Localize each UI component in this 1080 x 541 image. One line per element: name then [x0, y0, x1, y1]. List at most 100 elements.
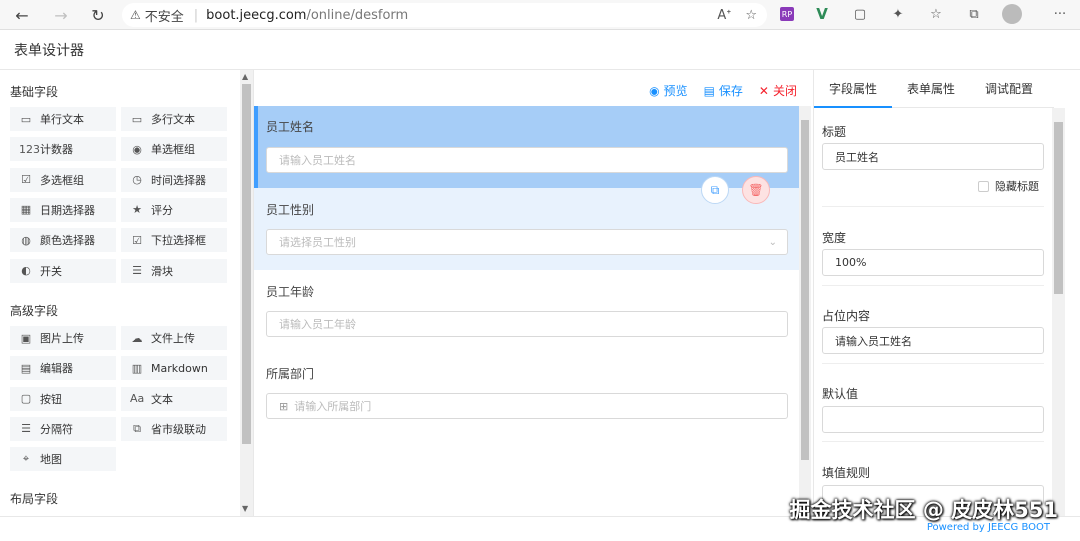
copy-icon[interactable]: ⧉ — [701, 176, 729, 204]
preview-button[interactable]: ◉ 预览 — [649, 82, 688, 99]
widget-label: 地图 — [40, 453, 62, 467]
title-label: 标题 — [822, 125, 847, 139]
hide-title-checkbox[interactable] — [978, 180, 989, 192]
refresh-icon[interactable]: ↻ — [86, 3, 110, 27]
widget-label: 评分 — [151, 203, 173, 217]
widget-label: 滑块 — [151, 264, 173, 278]
divider — [822, 363, 1044, 364]
width-input[interactable]: 100% — [822, 249, 1044, 276]
widget-label: 下拉选择框 — [151, 234, 206, 248]
extension-bar: RP V ▢ ✦ ☆ ⧉ ··· — [780, 4, 1070, 24]
address-separator: | — [193, 7, 199, 23]
warning-icon[interactable]: ⚠ — [130, 8, 141, 22]
widget-label: 多选框组 — [40, 173, 84, 187]
favorites-icon[interactable]: ☆ — [926, 4, 946, 24]
widget-icon: 123 — [19, 142, 40, 156]
axure-extension-icon[interactable]: RP — [780, 7, 794, 21]
profile-avatar[interactable] — [1002, 4, 1022, 24]
browser-toolbar: ← → ↻ ⚠ 不安全 | boot.jeecg.com /online/des… — [0, 0, 1080, 30]
widget-label: 编辑器 — [40, 362, 73, 376]
close-label: 关闭 — [772, 84, 797, 98]
extensions-icon[interactable]: ✦ — [888, 4, 908, 24]
field-label: 所属部门 — [266, 367, 315, 381]
widget-item[interactable]: ◍ 颜色选择器 — [10, 228, 116, 253]
widget-item[interactable]: ⌖ 地图 — [10, 447, 116, 472]
name-input[interactable]: 请输入员工姓名 — [266, 147, 788, 173]
widget-item[interactable]: ▭ 单行文本 — [10, 107, 116, 131]
widget-icon: ▭ — [131, 112, 143, 126]
canvas-scrollbar[interactable] — [799, 106, 811, 516]
widget-item[interactable]: ◉ 单选框组 — [121, 137, 227, 162]
collections-icon[interactable]: ⧉ — [964, 4, 984, 24]
widget-item[interactable]: ☰ 滑块 — [121, 258, 227, 283]
save-button[interactable]: ▤ 保存 — [704, 82, 743, 99]
hide-title-label: 隐藏标题 — [995, 180, 1039, 193]
widget-item[interactable]: 123 计数器 — [10, 137, 116, 162]
gender-select[interactable]: 请选择员工性别 ⌄ — [266, 229, 788, 255]
widget-icon: ☰ — [132, 264, 142, 277]
widget-item[interactable]: ▦ 日期选择器 — [10, 197, 116, 222]
widget-icon: ⌖ — [22, 452, 30, 466]
more-menu-icon[interactable]: ··· — [1050, 4, 1070, 24]
widget-icon: ◐ — [21, 264, 31, 277]
tab-debug-config[interactable]: 调试配置 — [970, 70, 1048, 107]
preview-label: 预览 — [663, 84, 688, 98]
divider — [822, 285, 1044, 286]
widget-item[interactable]: ⧉ 省市级联动 — [121, 416, 227, 441]
default-value-input[interactable] — [822, 406, 1044, 433]
widget-item[interactable]: ☁ 文件上传 — [121, 326, 227, 350]
address-bar[interactable]: ⚠ 不安全 | boot.jeecg.com /online/desform A… — [122, 3, 767, 27]
insecure-label[interactable]: 不安全 — [145, 6, 184, 25]
url-path: /online/desform — [306, 7, 409, 23]
read-aloud-icon[interactable]: Aᐩ — [717, 8, 731, 23]
property-panel: 字段属性 表单属性 调试配置 标题 员工姓名 隐藏标题 宽度 100% 占位内容… — [813, 70, 1080, 516]
divider — [822, 441, 1044, 442]
back-icon[interactable]: ← — [10, 3, 34, 27]
widget-label: 分隔符 — [40, 422, 73, 436]
tab-form-props[interactable]: 表单属性 — [892, 70, 970, 107]
widget-item[interactable]: ▥ Markdown — [121, 356, 227, 381]
widget-item[interactable]: ☑ 下拉选择框 — [121, 228, 227, 253]
widget-icon: ▥ — [131, 361, 143, 375]
scroll-thumb[interactable] — [242, 84, 251, 444]
tab-field-props[interactable]: 字段属性 — [814, 70, 892, 108]
department-input[interactable]: ⊞ 请输入所属部门 — [266, 393, 788, 419]
scroll-down-icon[interactable]: ▼ — [242, 504, 248, 513]
widget-panel: 基础字段 高级字段 布局字段 ▭ 单行文本 ▭ 多行文本 123 计数器 ◉ 单选框组 ☑ 多选框… — [0, 70, 254, 516]
extension-placeholder-icon[interactable]: ▢ — [850, 4, 870, 24]
widget-icon: ☑ — [132, 233, 142, 247]
field-label: 员工姓名 — [266, 120, 315, 134]
widget-item[interactable]: ▣ 图片上传 — [10, 326, 116, 350]
hide-title-option[interactable]: 隐藏标题 — [978, 178, 1039, 194]
vue-devtools-icon[interactable]: V — [812, 4, 832, 24]
powered-by: Powered by JEECG BOOT — [926, 522, 1050, 533]
field-label: 员工性别 — [266, 203, 315, 217]
widget-item[interactable]: ▢ 按钮 — [10, 386, 116, 411]
age-input[interactable]: 请输入员工年龄 — [266, 311, 788, 337]
placeholder-input[interactable]: 请输入员工姓名 — [822, 327, 1044, 354]
widget-item[interactable]: ☰ 分隔符 — [10, 416, 116, 441]
widget-item[interactable]: ▭ 多行文本 — [121, 107, 227, 131]
property-scrollbar[interactable] — [1052, 108, 1065, 516]
title-input[interactable]: 员工姓名 — [822, 143, 1044, 170]
form-area: 员工姓名 请输入员工姓名 员工性别 请选择员工性别 ⌄ ⧉ 🗑 员工年龄 请输入… — [254, 106, 799, 516]
scroll-thumb[interactable] — [801, 120, 809, 460]
widget-label: 日期选择器 — [40, 203, 95, 217]
widget-item[interactable]: ▤ 编辑器 — [10, 356, 116, 381]
form-item-department[interactable]: 所属部门 ⊞ 请输入所属部门 — [254, 352, 799, 434]
widget-item[interactable]: Aa 文本 — [121, 386, 227, 411]
form-item-age[interactable]: 员工年龄 请输入员工年龄 — [254, 270, 799, 352]
widget-label: 多行文本 — [151, 113, 195, 126]
widget-item[interactable]: ★ 评分 — [121, 197, 227, 222]
favorite-add-icon[interactable]: ☆ — [745, 8, 757, 23]
delete-icon[interactable]: 🗑 — [742, 176, 770, 204]
widget-item[interactable]: ◷ 时间选择器 — [121, 167, 227, 192]
widget-item[interactable]: ◐ 开关 — [10, 258, 116, 283]
scroll-up-icon[interactable]: ▲ — [242, 72, 248, 81]
forward-icon[interactable]: → — [49, 3, 73, 27]
widget-item[interactable]: ☑ 多选框组 — [10, 167, 116, 192]
close-button[interactable]: ✕ 关闭 — [759, 82, 797, 99]
left-scrollbar[interactable]: ▲ ▼ — [240, 70, 253, 516]
scroll-thumb[interactable] — [1054, 122, 1063, 294]
widget-icon: ▣ — [20, 331, 32, 345]
